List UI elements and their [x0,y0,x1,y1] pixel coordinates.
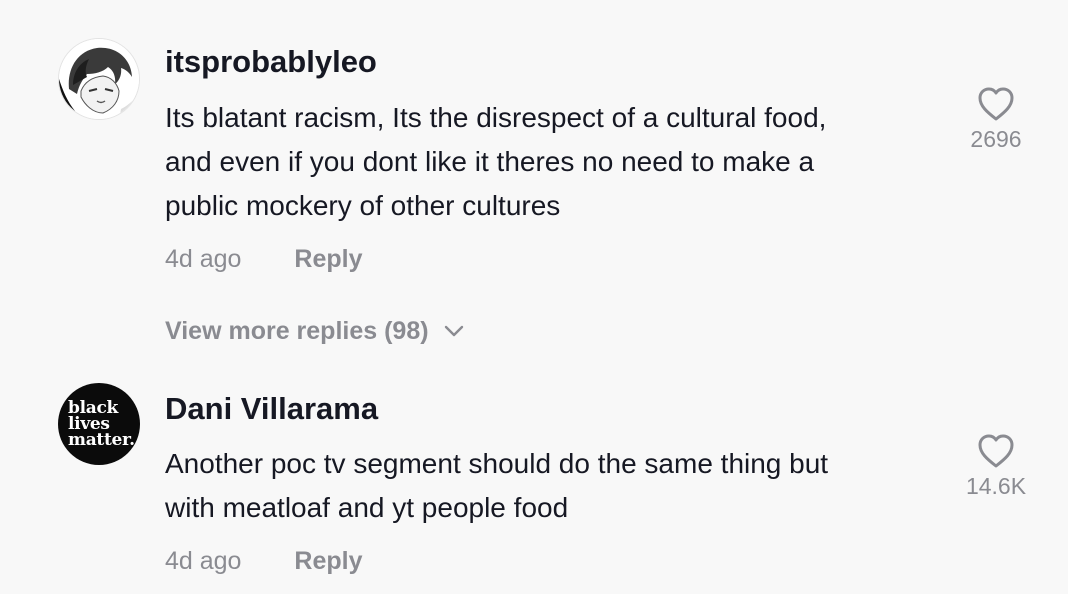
comment-text: Another poc tv segment should do the sam… [165,442,935,530]
avatar-text-line: matter. [68,430,135,450]
comment-text-line: with meatloaf and yt people food [165,492,569,523]
comment-timestamp: 4d ago [165,547,242,575]
avatar[interactable]: black lives matter. [58,383,140,465]
like-button[interactable]: 14.6K [956,433,1036,499]
comment-meta: 4d ago Reply [165,546,363,576]
heart-icon [978,434,1014,468]
comment-text-line: Another poc tv segment should do the sam… [165,448,829,479]
reply-button[interactable]: Reply [294,547,362,575]
like-count: 14.6K [965,473,1027,499]
comment-item: black lives matter. Dani Villarama Anoth… [0,0,1068,594]
comment-username[interactable]: Dani Villarama [165,391,378,427]
